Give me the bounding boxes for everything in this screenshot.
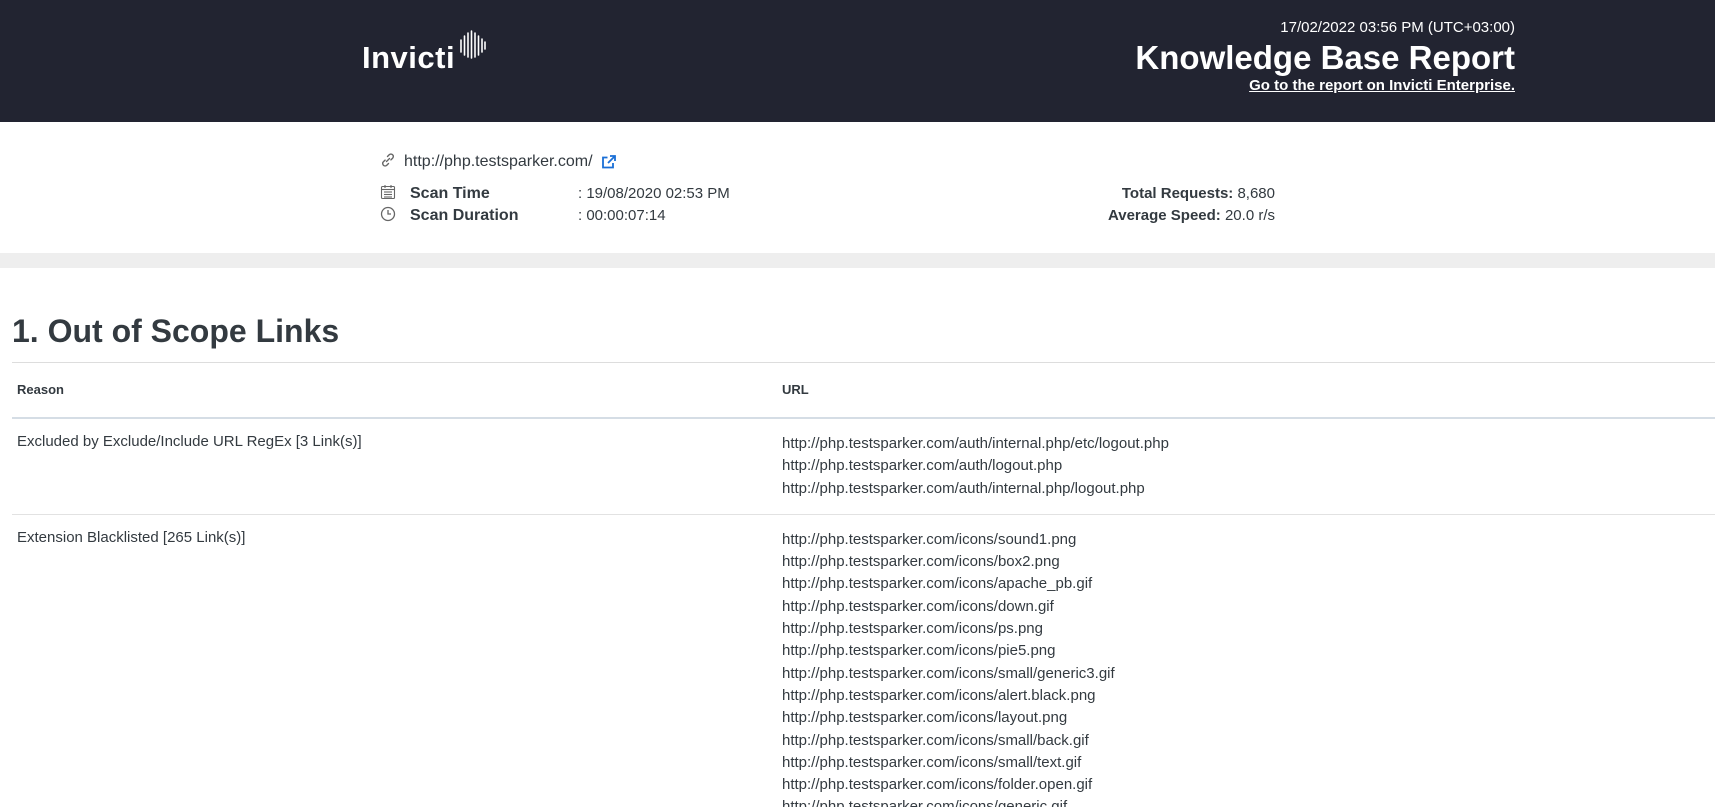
url-item: http://php.testsparker.com/auth/logout.p… [782,457,1063,475]
scan-duration-value: : 00:00:07:14 [578,207,666,224]
report-page: Invicti 17/02/2022 03:56 PM (UTC+03:00) … [0,0,1715,807]
report-title: Knowledge Base Report [1135,39,1515,76]
external-link-icon[interactable] [601,154,617,170]
url-item: http://php.testsparker.com/icons/box2.pn… [782,553,1060,571]
report-meta: 17/02/2022 03:56 PM (UTC+03:00) Knowledg… [1135,19,1515,95]
url-item: http://php.testsparker.com/icons/generic… [782,798,1068,807]
url-item: http://php.testsparker.com/auth/internal… [782,435,1169,452]
target-url[interactable]: http://php.testsparker.com/ [404,153,593,171]
scan-time-label: Scan Time [410,185,490,202]
url-item: http://php.testsparker.com/icons/ps.png [782,620,1043,638]
section-title: 1. Out of Scope Links [12,313,340,349]
url-item: http://php.testsparker.com/icons/folder.… [782,776,1093,794]
url-item: http://php.testsparker.com/icons/alert.b… [782,686,1096,704]
scan-time-value: : 19/08/2020 02:53 PM [578,185,730,202]
url-item: http://php.testsparker.com/auth/internal… [782,479,1145,497]
out-of-scope-table: Reason URL Excluded by Exclude/Include U… [12,362,1715,807]
total-requests-value: 8,680 [1237,185,1275,202]
clock-icon [380,206,396,222]
enterprise-report-link[interactable]: Go to the report on Invicti Enterprise. [1249,77,1515,95]
column-header-url: URL [782,382,809,397]
row-urls: http://php.testsparker.com/icons/sound1.… [782,515,1715,807]
row-reason: Excluded by Exclude/Include URL RegEx [3… [17,433,362,450]
url-item: http://php.testsparker.com/icons/apache_… [782,575,1093,593]
total-requests: Total Requests: 8,680 [1122,185,1275,202]
table-header: Reason URL [12,363,1715,419]
url-item: http://php.testsparker.com/icons/sound1.… [782,530,1077,548]
row-reason: Extension Blacklisted [265 Link(s)] [17,528,246,546]
report-header: Invicti 17/02/2022 03:56 PM (UTC+03:00) … [0,0,1715,122]
url-item: http://php.testsparker.com/icons/down.gi… [782,597,1054,615]
row-urls: http://php.testsparker.com/auth/internal… [782,419,1715,514]
url-item: http://php.testsparker.com/icons/small/g… [782,664,1115,682]
average-speed: Average Speed: 20.0 r/s [1108,207,1275,224]
average-speed-value: 20.0 r/s [1224,207,1275,224]
link-icon [382,153,394,167]
table-row: Excluded by Exclude/Include URL RegEx [3… [12,419,1715,515]
url-item: http://php.testsparker.com/icons/layout.… [782,709,1068,727]
scan-duration-label: Scan Duration [410,207,519,224]
url-item: http://php.testsparker.com/icons/pie5.pn… [782,642,1056,660]
section-divider [0,253,1715,268]
url-item: http://php.testsparker.com/icons/small/t… [782,753,1082,771]
target-url-row: http://php.testsparker.com/ [404,153,617,171]
column-header-reason: Reason [17,382,64,397]
average-speed-label: Average Speed: [1107,207,1221,224]
calendar-icon [380,185,396,200]
logo-text: Invicti [362,40,456,75]
table-row: Extension Blacklisted [265 Link(s)] http… [12,515,1715,807]
url-item: http://php.testsparker.com/icons/small/b… [782,731,1089,749]
total-requests-label: Total Requests: [1121,185,1234,202]
invicti-logo: Invicti [362,30,487,73]
report-date: 17/02/2022 03:56 PM (UTC+03:00) [1280,19,1515,36]
scan-info: http://php.testsparker.com/ Scan Time: … [0,122,1715,253]
logo-bars-icon [460,30,486,59]
